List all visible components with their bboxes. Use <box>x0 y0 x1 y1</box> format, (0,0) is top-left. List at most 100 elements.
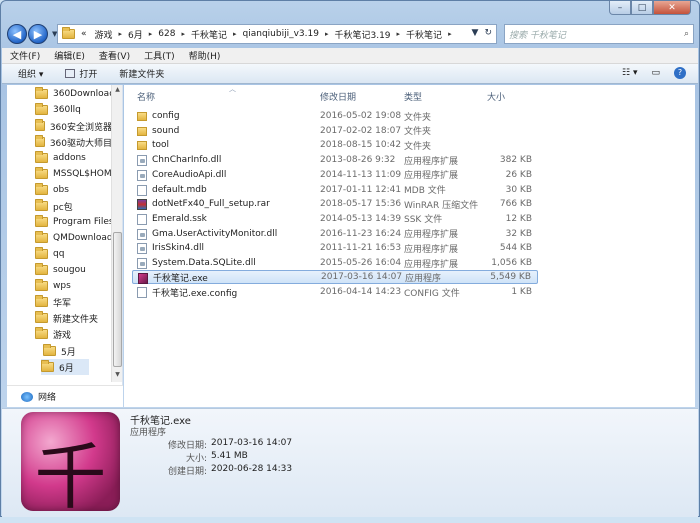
menu-file[interactable]: 文件(F) <box>10 49 40 62</box>
scroll-down-icon[interactable]: ▼ <box>113 371 122 381</box>
file-row[interactable]: IrisSkin4.dll 2011-11-21 16:53 应用程序扩展 544 K… <box>132 241 538 255</box>
file-row[interactable]: CoreAudioApi.dll 2014-11-13 11:09 应用程序扩展 26… <box>132 168 538 182</box>
file-row[interactable]: Emerald.ssk 2014-05-13 14:39 SSK 文件 12 KB <box>132 212 538 226</box>
folder-icon <box>35 327 48 339</box>
breadcrumb-item[interactable]: 6月 ▸ <box>128 28 152 41</box>
folder-icon <box>43 344 56 356</box>
file-row[interactable]: System.Data.SQLite.dll 2015-05-26 16:04 应用… <box>132 256 538 270</box>
open-button[interactable]: 打开 <box>65 67 97 80</box>
column-type-header[interactable]: 类型 <box>404 90 422 103</box>
folder-icon <box>35 311 48 323</box>
folder-icon <box>35 295 48 307</box>
details-created-value: 2020-06-28 14:33 <box>211 464 293 474</box>
folder-icon <box>35 247 48 259</box>
file-row[interactable]: tool 2018-08-15 10:42 文件夹 <box>132 138 538 152</box>
maximize-button[interactable]: □ <box>631 1 653 15</box>
back-button[interactable]: ◀ <box>7 24 27 44</box>
navigation-pane: 360Downloads 360llq 360安全浏览器下 360驱动大师目录 … <box>7 85 123 407</box>
sidebar-item[interactable]: 360Downloads <box>35 86 121 102</box>
details-size-label: 大小: <box>185 454 207 464</box>
column-size-header[interactable]: 大小 <box>487 90 505 103</box>
sidebar-item[interactable]: wps <box>35 278 121 294</box>
minimize-button[interactable]: – <box>609 1 631 15</box>
sidebar-item[interactable]: QMDownload <box>35 230 121 246</box>
breadcrumb-item[interactable]: 千秋笔记3.19 ▸ <box>334 28 400 41</box>
dll-file-icon <box>137 169 147 181</box>
menu-help[interactable]: 帮助(H) <box>189 49 221 62</box>
file-icon <box>137 213 147 225</box>
organize-button[interactable]: 组织 ▾ <box>18 67 43 80</box>
menu-view[interactable]: 查看(V) <box>99 49 130 62</box>
breadcrumb-item[interactable]: qianqiubiji_v3.19 ▸ <box>243 29 329 39</box>
column-date-header[interactable]: 修改日期 <box>320 90 356 103</box>
scrollbar-thumb[interactable] <box>113 232 122 367</box>
sort-arrow-icon: ︿ <box>229 85 236 93</box>
sidebar-item[interactable]: 游戏 <box>35 326 121 342</box>
file-row[interactable]: default.mdb 2017-01-11 12:41 MDB 文件 30 KB <box>132 183 538 197</box>
sidebar-item[interactable]: 新建文件夹 <box>35 310 121 326</box>
menu-bar: 文件(F) 编辑(E) 查看(V) 工具(T) 帮助(H) <box>2 48 698 64</box>
file-row[interactable]: ChnCharInfo.dll 2013-08-26 9:32 应用程序扩展 382 … <box>132 153 538 167</box>
folder-icon <box>137 126 147 136</box>
file-row[interactable]: config 2016-05-02 19:08 文件夹 <box>132 109 538 123</box>
sidebar-item[interactable]: MSSQL$HOME <box>35 166 121 182</box>
details-modified-label: 修改日期: <box>167 441 207 451</box>
details-filetype: 应用程序 <box>130 428 167 438</box>
preview-pane-icon[interactable]: ▭ <box>651 68 660 78</box>
app-large-icon: 千 <box>21 412 120 519</box>
sidebar-item[interactable]: 360驱动大师目录 <box>35 134 121 150</box>
dll-file-icon <box>137 243 147 255</box>
folder-icon <box>62 27 75 39</box>
explorer-window: – □ ✕ ◀ ▶ ▼ « 游戏 ▸ 6月 ▸ 628 ▸ 千秋笔记 ▸ qianqiu… <box>0 0 700 519</box>
sidebar-item[interactable]: 华军 <box>35 294 121 310</box>
app-icon-glyph: 千 <box>34 435 107 519</box>
scroll-up-icon[interactable]: ▲ <box>113 86 122 96</box>
sidebar-item[interactable]: 360llq <box>35 102 121 118</box>
help-icon[interactable]: ? <box>674 67 686 79</box>
sidebar-item[interactable]: obs <box>35 182 121 198</box>
new-folder-button[interactable]: 新建文件夹 <box>119 67 164 80</box>
column-name-header[interactable]: 名称 <box>137 90 155 103</box>
sidebar-item[interactable]: sougou <box>35 262 121 278</box>
folder-icon <box>35 263 48 275</box>
search-icon[interactable]: ⌕ <box>684 29 689 39</box>
file-row-selected[interactable]: 千秋笔记.exe 2017-03-16 14:07 应用程序 5,549 KB <box>132 270 538 284</box>
breadcrumb-item[interactable]: 千秋笔记 ▸ <box>191 28 237 41</box>
network-icon <box>21 391 33 402</box>
sidebar-item[interactable]: pc包 <box>35 198 121 214</box>
file-row[interactable]: Gma.UserActivityMonitor.dll 2016-11-23 16… <box>132 227 538 241</box>
close-button[interactable]: ✕ <box>653 1 691 15</box>
view-options-icon[interactable]: ☷ ▾ <box>622 68 637 78</box>
forward-button[interactable]: ▶ <box>28 24 48 44</box>
toolbar: 组织 ▾ 打开 新建文件夹 ☷ ▾ ▭ ? <box>2 64 698 84</box>
address-bar[interactable]: « 游戏 ▸ 6月 ▸ 628 ▸ 千秋笔记 ▸ qianqiubiji_v3.19 ▸ … <box>57 24 497 44</box>
sidebar-item[interactable]: 360安全浏览器下 <box>35 118 121 134</box>
address-dropdown-icon[interactable]: ▼ <box>472 28 479 38</box>
refresh-icon[interactable]: ↻ <box>484 28 492 38</box>
sidebar-network[interactable]: 网络 <box>7 385 123 407</box>
file-row[interactable]: 千秋笔记.exe.config 2016-04-14 14:23 CONFIG 文件… <box>132 285 538 299</box>
menu-tools[interactable]: 工具(T) <box>144 49 175 62</box>
sidebar-item[interactable]: addons <box>35 150 121 166</box>
rar-archive-icon <box>137 199 147 211</box>
search-input[interactable]: 搜索 千秋笔记 ⌕ <box>504 24 694 44</box>
sidebar-item[interactable]: qq <box>35 246 121 262</box>
dll-file-icon <box>137 155 147 167</box>
breadcrumb-overflow[interactable]: « <box>81 29 87 39</box>
folder-icon <box>35 183 48 195</box>
file-row[interactable]: sound 2017-02-02 18:07 文件夹 <box>132 124 538 138</box>
details-size-value: 5.41 MB <box>211 451 248 461</box>
file-icon <box>137 184 147 196</box>
navigation-bar: ◀ ▶ ▼ « 游戏 ▸ 6月 ▸ 628 ▸ 千秋笔记 ▸ qianqiubiji_v… <box>7 23 695 45</box>
folder-icon <box>35 279 48 291</box>
file-row[interactable]: dotNetFx40_Full_setup.rar 2018-05-17 15:3… <box>132 197 538 211</box>
folder-icon <box>35 119 45 131</box>
folder-icon <box>35 135 45 147</box>
breadcrumb-item[interactable]: 游戏 ▸ <box>95 28 123 41</box>
menu-edit[interactable]: 编辑(E) <box>54 49 85 62</box>
breadcrumb-item[interactable]: 千秋笔记 ▸ <box>406 28 452 41</box>
sidebar-item[interactable]: Program Files ( <box>35 214 121 230</box>
sidebar-subitem-selected[interactable]: 6月 <box>41 359 89 375</box>
breadcrumb-item[interactable]: 628 ▸ <box>158 29 185 39</box>
sidebar-scrollbar[interactable]: ▲ ▼ <box>111 85 122 382</box>
